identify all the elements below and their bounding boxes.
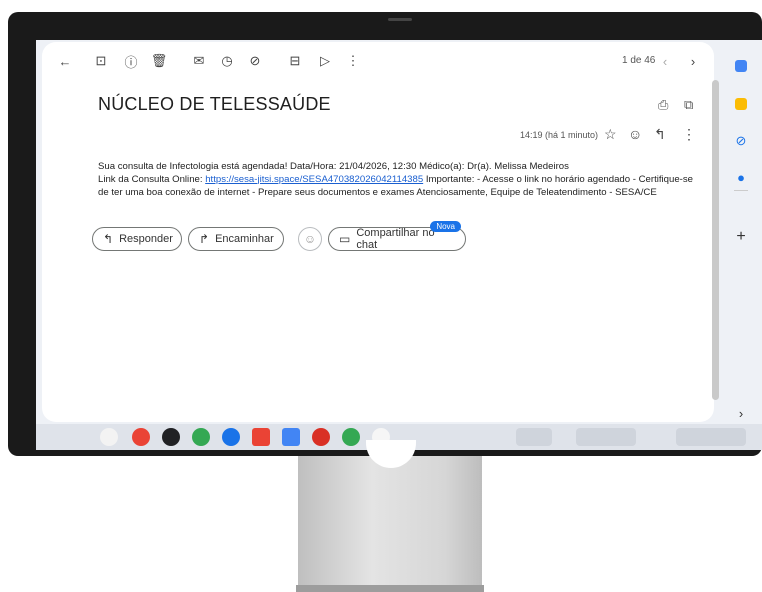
meeting-link[interactable]: https://sesa-jitsi.space/SESA47038202604… xyxy=(205,174,423,185)
clock-tray[interactable] xyxy=(676,428,746,446)
chevron-right-icon[interactable]: › xyxy=(684,52,702,70)
pager: 1 de 46 xyxy=(622,55,656,66)
app-icon[interactable] xyxy=(162,428,180,446)
calendar-icon[interactable] xyxy=(735,60,747,72)
side-panel: ⊘ ● + › xyxy=(724,40,762,450)
launcher-icon[interactable] xyxy=(100,428,118,446)
divider xyxy=(734,190,748,191)
add-task-icon[interactable]: ⊘ xyxy=(246,52,264,70)
email-subject: NÚCLEO DE TELESSAÚDE xyxy=(98,94,331,114)
screen: ← ⊡ ⓘ 🗑 ✉ ◷ ⊘ ⊟ ▷ ⋮ 1 de 46 ‹ › NÚCLEO D… xyxy=(36,40,762,450)
monitor-stand xyxy=(298,456,482,592)
new-badge: Nova xyxy=(430,221,461,232)
share-chat-button[interactable]: ▭ Compartilhar no chat Nova xyxy=(328,221,466,251)
open-new-window-icon[interactable]: ⧉ xyxy=(684,97,693,113)
email-body: Sua consulta de Infectologia está agenda… xyxy=(98,161,702,199)
trash-icon[interactable]: 🗑 xyxy=(150,52,168,70)
forward-button[interactable]: ↱ Encaminhar xyxy=(188,227,284,251)
email-time: 14:19 (há 1 minuto) xyxy=(520,130,599,140)
emoji-icon[interactable]: ☺ xyxy=(628,126,642,142)
chevron-right-icon[interactable]: › xyxy=(732,404,750,422)
star-icon[interactable]: ☆ xyxy=(604,126,617,143)
forward-label: Encaminhar xyxy=(215,233,274,245)
contacts-icon[interactable]: ● xyxy=(732,168,750,186)
arrow-left-icon[interactable]: ← xyxy=(56,52,74,70)
clock-icon[interactable]: ◷ xyxy=(218,52,236,70)
chat-icon: ▭ xyxy=(339,232,351,246)
forward-icon: ↱ xyxy=(199,232,210,246)
status-area[interactable] xyxy=(516,428,552,446)
app-icon[interactable] xyxy=(192,428,210,446)
camera xyxy=(388,18,412,21)
keep-icon[interactable] xyxy=(735,98,747,110)
gmail-icon[interactable] xyxy=(252,428,270,446)
chevron-left-icon[interactable]: ‹ xyxy=(656,52,674,70)
docs-icon[interactable] xyxy=(282,428,300,446)
monitor: ← ⊡ ⓘ 🗑 ✉ ◷ ⊘ ⊟ ▷ ⋮ 1 de 46 ‹ › NÚCLEO D… xyxy=(8,12,762,456)
emoji-icon: ☺ xyxy=(303,232,317,246)
add-icon[interactable]: + xyxy=(732,228,750,246)
reply-label: Responder xyxy=(119,233,173,245)
body-line-1: Sua consulta de Infectologia está agenda… xyxy=(98,161,569,172)
scrollbar[interactable] xyxy=(712,80,719,400)
play-store-icon[interactable] xyxy=(342,428,360,446)
youtube-icon[interactable] xyxy=(312,428,330,446)
mark-unread-icon[interactable]: ✉ xyxy=(190,52,208,70)
email-view: ← ⊡ ⓘ 🗑 ✉ ◷ ⊘ ⊟ ▷ ⋮ 1 de 46 ‹ › NÚCLEO D… xyxy=(42,42,714,422)
reply-icon: ↰ xyxy=(103,232,114,246)
print-icon[interactable]: ⎙ xyxy=(658,97,668,113)
report-icon[interactable]: ⓘ xyxy=(122,52,140,70)
email-toolbar: ← ⊡ ⓘ 🗑 ✉ ◷ ⊘ ⊟ ▷ ⋮ 1 de 46 ‹ › xyxy=(42,42,714,78)
archive-icon[interactable]: ⊡ xyxy=(92,52,110,70)
stand-base xyxy=(296,585,484,592)
more-vert-icon[interactable]: ⋮ xyxy=(682,126,696,143)
reply-icon[interactable]: ↰ xyxy=(654,126,666,143)
body-paragraph: Link da Consulta Online: https://sesa-ji… xyxy=(98,174,702,200)
emoji-reaction-button[interactable]: ☺ xyxy=(298,227,322,251)
chrome-icon[interactable] xyxy=(132,428,150,446)
files-icon[interactable] xyxy=(222,428,240,446)
move-to-icon[interactable]: ⊟ xyxy=(286,52,304,70)
reply-button[interactable]: ↰ Responder xyxy=(92,227,182,251)
body-prefix: Link da Consulta Online: xyxy=(98,173,206,185)
label-icon[interactable]: ▷ xyxy=(316,52,334,70)
more-vert-icon[interactable]: ⋮ xyxy=(344,52,362,70)
status-area[interactable] xyxy=(576,428,636,446)
tasks-icon[interactable]: ⊘ xyxy=(732,132,750,150)
